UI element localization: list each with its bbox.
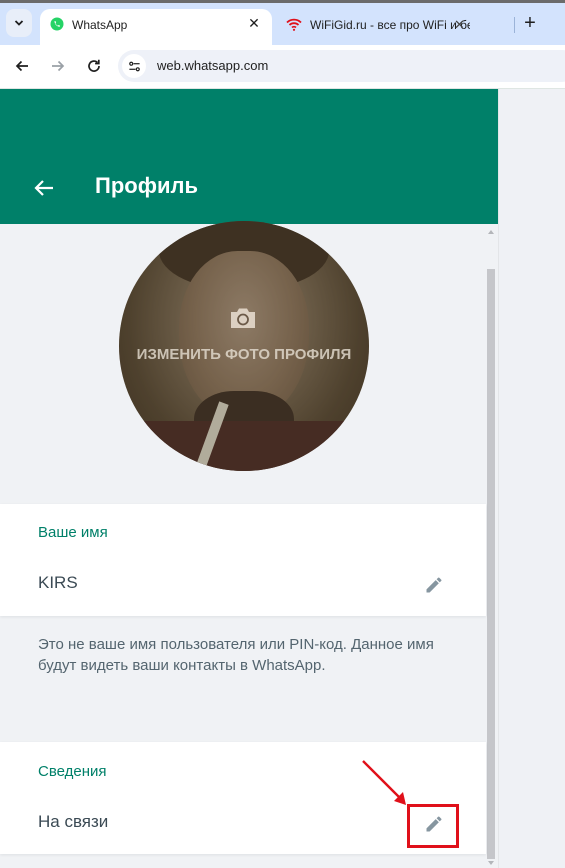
tab-whatsapp[interactable]: WhatsApp ✕ [40, 9, 272, 45]
address-bar[interactable]: web.whatsapp.com [118, 50, 565, 82]
back-button[interactable] [11, 55, 33, 77]
about-value: На связи [38, 812, 109, 831]
whatsapp-icon [50, 17, 64, 31]
change-photo-label: ИЗМЕНИТЬ ФОТО ПРОФИЛЯ [136, 346, 352, 363]
tab-title: WiFiGid.ru - все про WiFi и бес [310, 18, 470, 32]
arrow-right-icon [52, 60, 65, 72]
back-arrow-icon[interactable] [32, 176, 56, 200]
new-tab-button[interactable]: + [520, 13, 540, 33]
reload-button[interactable] [83, 55, 105, 77]
tab-title: WhatsApp [72, 18, 128, 32]
camera-icon [231, 308, 255, 328]
wifi-icon [286, 18, 302, 31]
page-title: Профиль [95, 173, 198, 198]
forward-button[interactable] [47, 55, 69, 77]
name-hint-text: Это не ваше имя пользователя или PIN-код… [38, 636, 434, 674]
tab-close-icon[interactable]: ✕ [246, 15, 262, 31]
url-text[interactable]: web.whatsapp.com [157, 58, 268, 73]
tab-close-icon[interactable]: ✕ [454, 17, 465, 33]
scrollbar-thumb[interactable] [487, 269, 495, 859]
about-label: Сведения [38, 763, 107, 780]
profile-photo[interactable]: ИЗМЕНИТЬ ФОТО ПРОФИЛЯ [119, 221, 369, 471]
pencil-icon [426, 577, 442, 593]
site-info-button[interactable] [122, 54, 146, 78]
chat-pane-background [498, 89, 565, 868]
browser-tab-strip: WhatsApp ✕ WiFiGid.ru - все про WiFi и б… [0, 3, 565, 45]
reload-icon [88, 59, 100, 72]
profile-header: Профиль [0, 89, 498, 224]
whatsapp-profile-panel: Профиль ИЗМЕНИТЬ ФОТО ПРОФИЛЯ Ваше имя K… [0, 89, 498, 868]
tab-search-button[interactable] [6, 9, 32, 37]
tab-wifigid[interactable]: WiFiGid.ru - все про WiFi и бес ✕ [284, 9, 484, 39]
scroll-up-arrow[interactable] [488, 230, 494, 234]
browser-toolbar: web.whatsapp.com [0, 45, 565, 88]
name-value: KIRS [38, 573, 78, 592]
annotation-highlight-box [407, 804, 459, 848]
scroll-down-arrow[interactable] [488, 861, 494, 865]
name-label: Ваше имя [38, 524, 108, 541]
annotation-arrow [362, 760, 406, 805]
tune-icon [128, 61, 140, 71]
arrow-left-icon [15, 60, 28, 72]
tab-separator [514, 17, 515, 33]
scrollbar[interactable] [486, 224, 496, 868]
edit-name-button[interactable] [422, 573, 446, 597]
name-card: Ваше имя KIRS [0, 504, 486, 616]
chevron-down-icon [14, 20, 24, 26]
